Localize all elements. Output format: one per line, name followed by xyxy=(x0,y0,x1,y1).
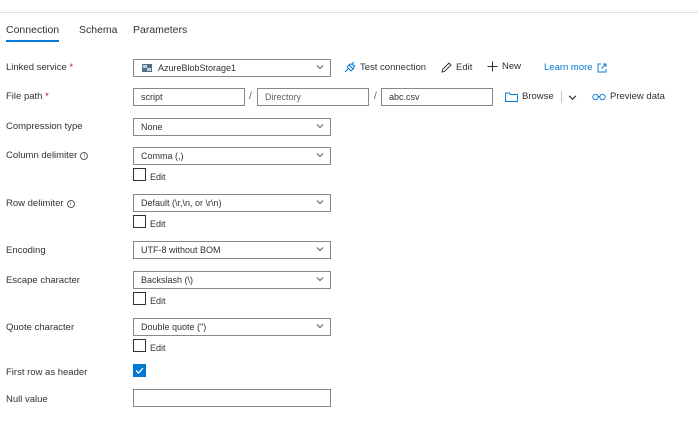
chevron-down-icon xyxy=(316,322,324,330)
path-separator: / xyxy=(249,91,252,102)
browse-options-dropdown[interactable] xyxy=(568,92,581,103)
chevron-down-icon xyxy=(316,63,324,71)
chevron-down-icon xyxy=(316,151,324,159)
path-separator: / xyxy=(374,91,377,102)
learn-more-link[interactable]: Learn more xyxy=(544,62,611,73)
chevron-down-icon xyxy=(316,275,324,283)
browse-button[interactable]: Browse xyxy=(505,91,554,102)
escape-character-select[interactable]: Backslash (\) xyxy=(133,271,331,289)
tab-connection[interactable]: Connection xyxy=(6,24,60,42)
preview-data-button[interactable]: Preview data xyxy=(592,91,665,102)
plus-icon xyxy=(487,61,498,72)
null-value-input[interactable] xyxy=(133,389,331,407)
column-delimiter-edit-label: Edit xyxy=(150,172,166,182)
file-name-input[interactable]: abc.csv xyxy=(381,88,493,106)
encoding-label: Encoding xyxy=(6,245,46,256)
chevron-down-icon xyxy=(568,93,577,102)
glasses-icon xyxy=(592,92,606,101)
pencil-icon xyxy=(441,62,452,73)
compression-type-label: Compression type xyxy=(6,121,83,132)
external-link-icon xyxy=(597,63,607,73)
chevron-down-icon xyxy=(316,245,324,253)
first-row-header-label: First row as header xyxy=(6,367,88,378)
new-linked-service-button[interactable]: New xyxy=(487,61,521,72)
chevron-down-icon xyxy=(316,198,324,206)
column-delimiter-label: Column delimiter i xyxy=(6,150,89,161)
quote-character-edit-label: Edit xyxy=(150,343,166,353)
button-divider xyxy=(561,91,562,103)
checkmark-icon xyxy=(135,367,144,374)
info-icon[interactable]: i xyxy=(80,152,89,160)
row-delimiter-select[interactable]: Default (\r,\n, or \r\n) xyxy=(133,194,331,212)
info-icon[interactable]: i xyxy=(66,200,75,208)
escape-character-edit-label: Edit xyxy=(150,296,166,306)
chevron-down-icon xyxy=(316,122,324,130)
file-path-label: File path * xyxy=(6,91,49,102)
escape-character-label: Escape character xyxy=(6,275,80,286)
row-delimiter-edit-checkbox[interactable] xyxy=(133,215,146,228)
tab-parameters[interactable]: Parameters xyxy=(133,24,187,36)
encoding-select[interactable]: UTF-8 without BOM xyxy=(133,241,331,259)
quote-character-select[interactable]: Double quote (") xyxy=(133,318,331,336)
first-row-header-checkbox[interactable] xyxy=(133,364,146,377)
tab-schema[interactable]: Schema xyxy=(79,24,118,36)
column-delimiter-select[interactable]: Comma (,) xyxy=(133,147,331,165)
row-delimiter-edit-label: Edit xyxy=(150,219,166,229)
quote-character-edit-checkbox[interactable] xyxy=(133,339,146,352)
blob-storage-icon xyxy=(142,64,152,72)
edit-linked-service-button[interactable]: Edit xyxy=(441,62,472,73)
null-value-label: Null value xyxy=(6,394,48,405)
compression-type-select[interactable]: None xyxy=(133,118,331,136)
escape-character-edit-checkbox[interactable] xyxy=(133,292,146,305)
column-delimiter-edit-checkbox[interactable] xyxy=(133,168,146,181)
top-divider xyxy=(0,12,698,13)
row-delimiter-label: Row delimiter i xyxy=(6,198,75,209)
plug-icon xyxy=(343,62,356,73)
linked-service-select[interactable]: AzureBlobStorage1 xyxy=(133,59,331,77)
container-input[interactable]: script xyxy=(133,88,245,106)
directory-input[interactable]: Directory xyxy=(257,88,369,106)
test-connection-button[interactable]: Test connection xyxy=(343,62,426,73)
folder-icon xyxy=(505,92,518,102)
quote-character-label: Quote character xyxy=(6,322,75,333)
linked-service-label: Linked service * xyxy=(6,62,74,73)
